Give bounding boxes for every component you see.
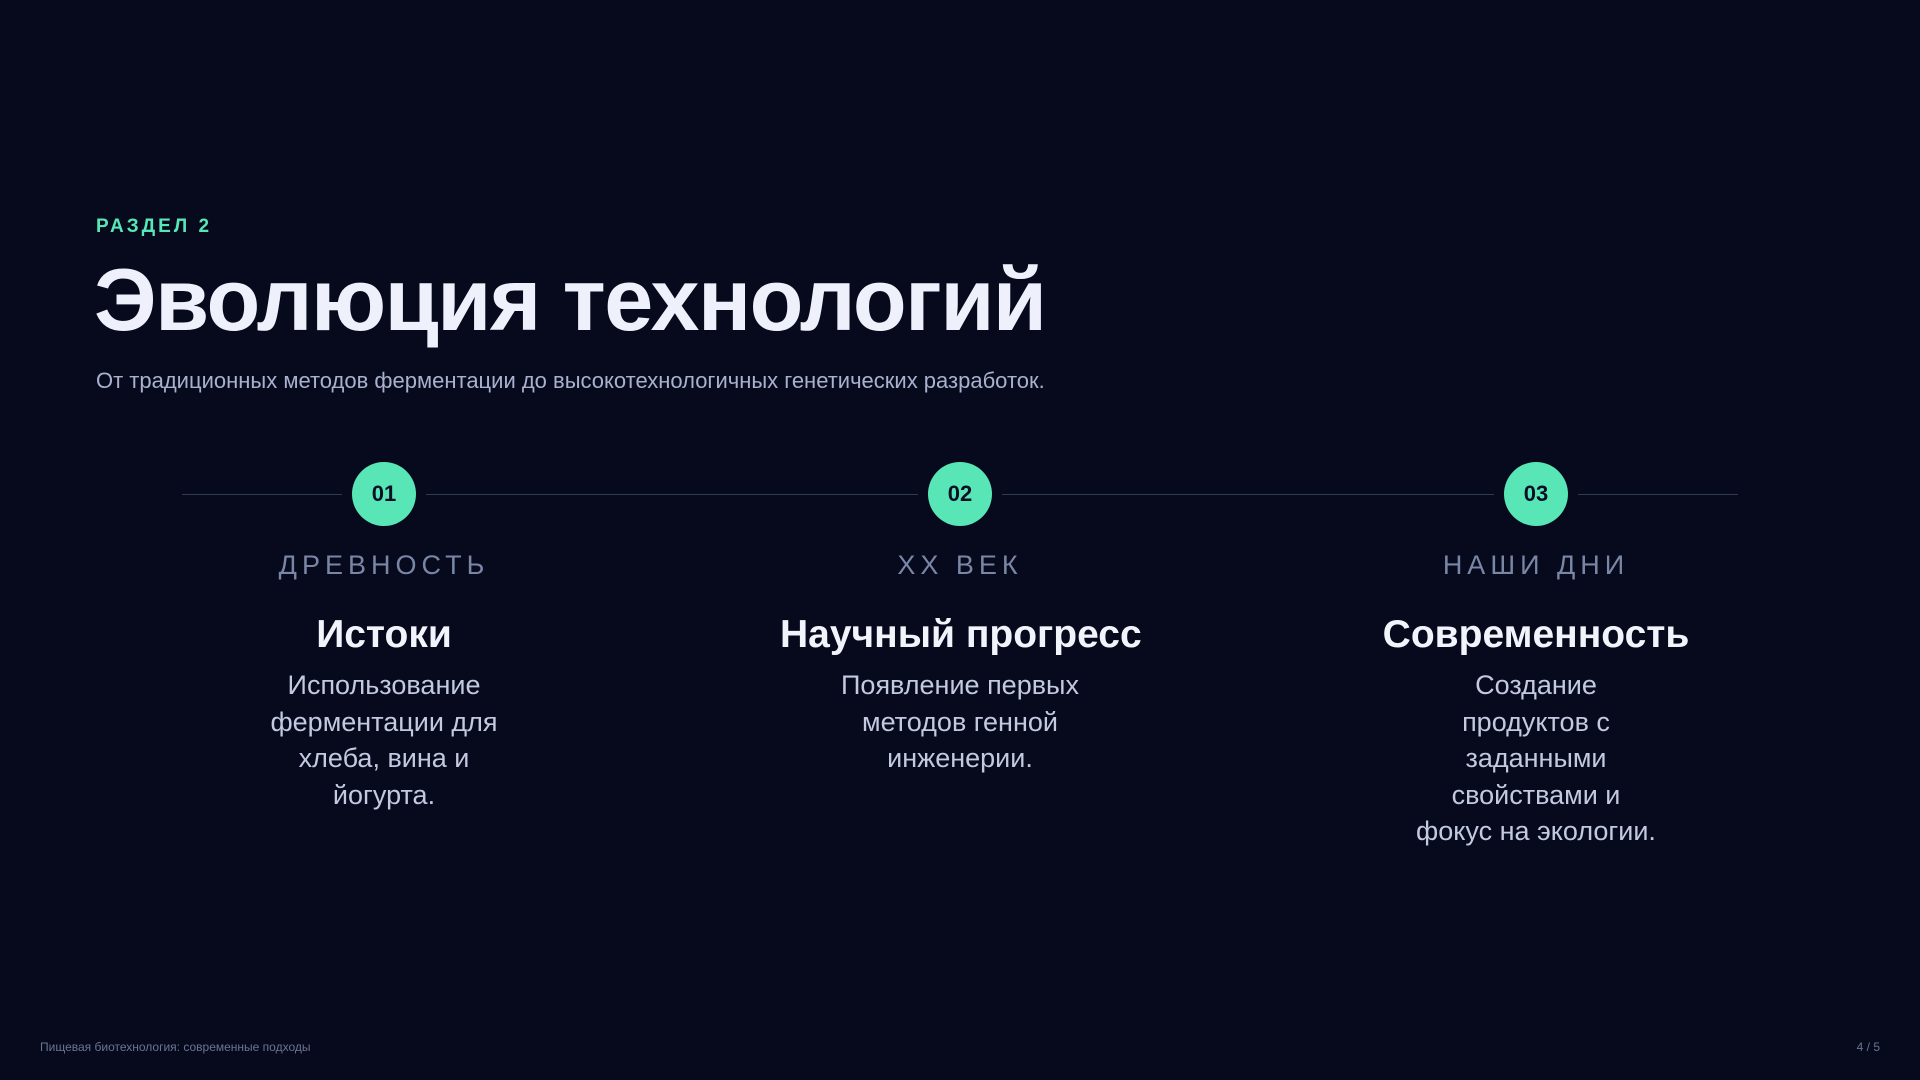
stage-heading: Научный прогресс	[780, 613, 1142, 656]
stage-number-badge: 03	[1504, 462, 1568, 526]
slide-subtitle: От традиционных методов ферментации до в…	[96, 368, 1045, 393]
timeline-stage-2: 02 XX ВЕК Научный прогресс Появление пер…	[780, 462, 1142, 777]
stage-description: Появление первых методов генной инженери…	[841, 670, 1079, 773]
slide: РАЗДЕЛ 2 Эволюция технологий От традицио…	[0, 0, 1920, 1080]
timeline-stage-1: 01 ДРЕВНОСТЬ Истоки Использование фермен…	[204, 462, 564, 813]
slide-title: Эволюция технологий	[94, 250, 1047, 349]
stage-era-label: НАШИ ДНИ	[1442, 550, 1630, 580]
stage-description: Использование ферментации для хлеба, вин…	[270, 670, 498, 810]
footer-presentation-title: Пищевая биотехнология: современные подхо…	[40, 1040, 311, 1054]
stage-heading: Современность	[1382, 613, 1690, 656]
stage-number-badge: 01	[352, 462, 416, 526]
timeline-stage-3: 03 НАШИ ДНИ Современность Создание проду…	[1356, 462, 1716, 850]
stage-description: Создание продуктов с заданными свойствам…	[1416, 670, 1656, 846]
footer-page-indicator: 4 / 5	[1856, 1040, 1880, 1054]
stage-number-badge: 02	[928, 462, 992, 526]
stage-heading: Истоки	[316, 613, 452, 656]
section-kicker: РАЗДЕЛ 2	[96, 216, 213, 237]
stage-era-label: ДРЕВНОСТЬ	[278, 550, 490, 580]
stage-era-label: XX ВЕК	[897, 550, 1023, 580]
